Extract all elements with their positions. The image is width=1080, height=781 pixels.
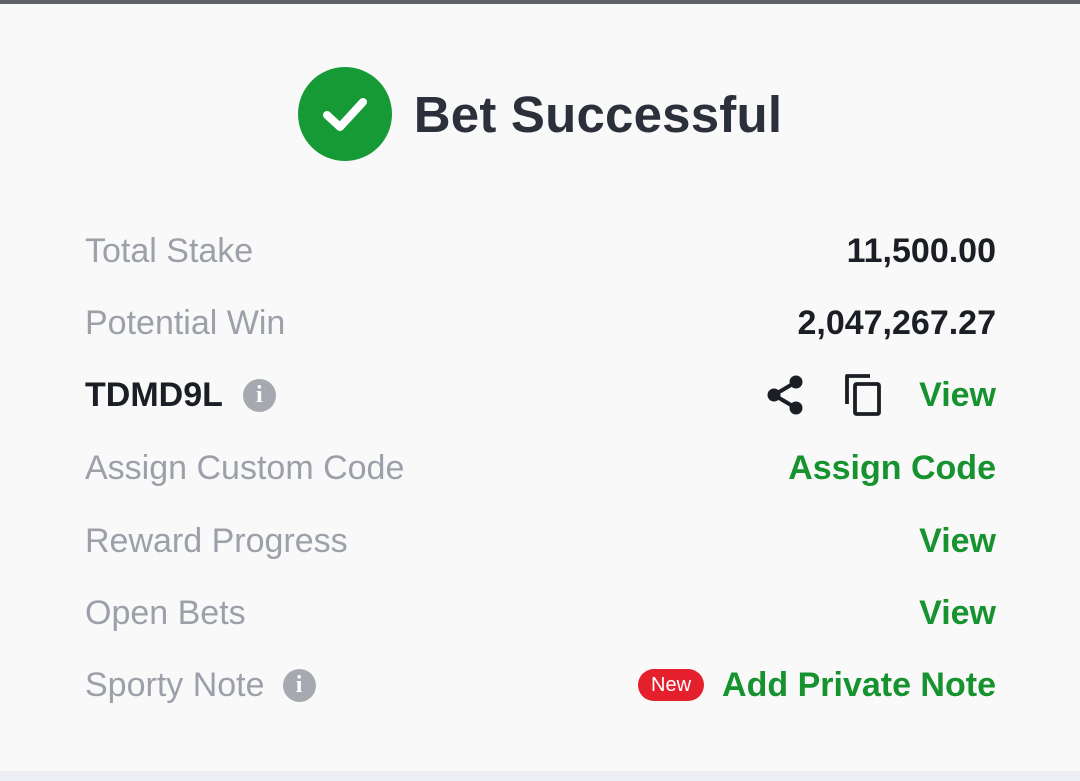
open-bets-row: Open Bets View [85,588,996,638]
total-stake-value: 11,500.00 [846,231,996,270]
copy-icon[interactable] [843,372,883,418]
bet-success-header: Bet Successful [0,66,1080,162]
sporty-note-row: Sporty Note i New Add Private Note [85,660,996,710]
info-icon[interactable]: i [282,668,316,702]
info-icon[interactable]: i [242,378,276,412]
check-circle-icon [297,67,392,161]
sporty-note-actions: New Add Private Note [638,666,996,705]
custom-code-label: Assign Custom Code [85,448,405,487]
page-title: Bet Successful [413,85,783,143]
top-border [0,0,1080,4]
booking-code-container: TDMD9L i [85,376,276,415]
potential-win-value: 2,047,267.27 [797,303,996,342]
sporty-note-label: Sporty Note [85,665,265,704]
bottom-divider [0,771,1080,781]
new-badge: New [638,669,705,701]
view-reward-progress-link[interactable]: View [919,522,996,561]
booking-code-row: TDMD9L i View [85,370,996,420]
booking-actions: View [765,372,996,418]
checkmark-icon [322,98,367,131]
assign-code-link[interactable]: Assign Code [788,449,996,488]
potential-win-label: Potential Win [85,303,286,342]
reward-progress-row: Reward Progress View [85,516,996,566]
booking-code: TDMD9L [85,375,223,414]
total-stake-label: Total Stake [85,231,254,270]
reward-progress-label: Reward Progress [85,521,348,560]
potential-win-row: Potential Win 2,047,267.27 [85,298,996,348]
view-booking-link[interactable]: View [919,376,996,415]
share-icon[interactable] [765,374,805,416]
add-private-note-link[interactable]: Add Private Note [722,666,996,705]
custom-code-row: Assign Custom Code Assign Code [85,443,996,493]
sporty-note-container: Sporty Note i [85,666,316,705]
view-open-bets-link[interactable]: View [919,594,996,633]
total-stake-row: Total Stake 11,500.00 [85,226,996,276]
open-bets-label: Open Bets [85,593,246,632]
